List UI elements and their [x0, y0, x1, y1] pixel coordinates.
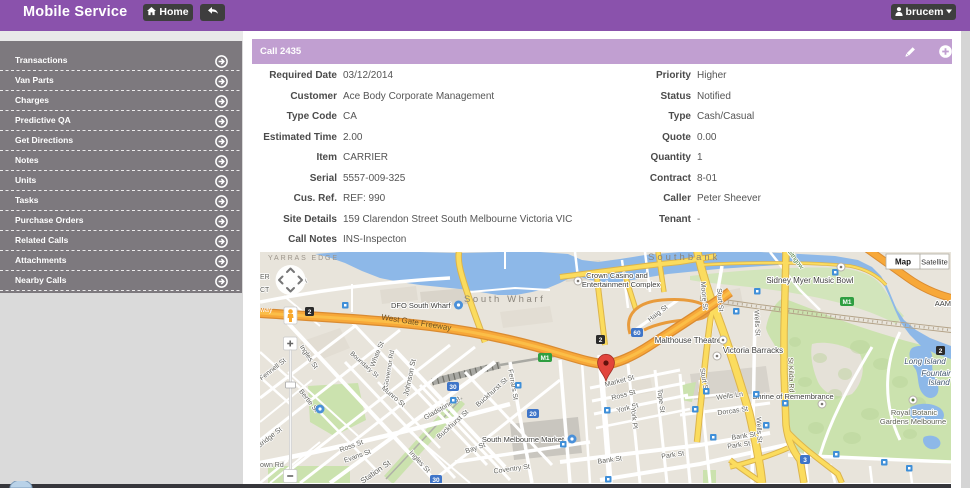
svg-text:30: 30 [432, 477, 440, 483]
svg-text:St Kilda Rd: St Kilda Rd [786, 357, 794, 392]
svg-text:Island: Island [928, 378, 950, 387]
svg-text:AAM: AAM [935, 299, 951, 308]
svg-text:Map: Map [895, 258, 911, 267]
svg-text:Wells St: Wells St [752, 310, 760, 336]
svg-text:2: 2 [599, 337, 603, 344]
svg-text:YARRAS EDGE: YARRAS EDGE [268, 255, 339, 262]
svg-text:Fountain: Fountain [921, 369, 951, 378]
svg-text:Malthouse Theatre: Malthouse Theatre [655, 336, 722, 345]
svg-text:ER: ER [260, 274, 270, 281]
svg-text:South Wharf: South Wharf [464, 294, 545, 305]
svg-text:2: 2 [308, 309, 312, 316]
svg-text:60: 60 [633, 330, 641, 337]
svg-text:CT: CT [260, 287, 270, 294]
svg-text:DFO South Wharf: DFO South Wharf [391, 301, 452, 310]
svg-text:way: way [260, 307, 273, 314]
svg-text:Gardens Melbourne: Gardens Melbourne [880, 417, 946, 426]
svg-text:Crown Casino and: Crown Casino and [586, 271, 648, 280]
svg-text:Royal Botanic: Royal Botanic [891, 408, 938, 417]
svg-text:Long Island: Long Island [904, 357, 946, 366]
svg-text:Wells St: Wells St [754, 417, 762, 443]
svg-text:South Melbourne Market: South Melbourne Market [482, 435, 565, 444]
svg-text:own Rd: own Rd [260, 462, 284, 469]
svg-text:Entertainment Complex: Entertainment Complex [582, 280, 661, 289]
svg-text:2: 2 [939, 348, 943, 355]
svg-text:Southbank: Southbank [648, 252, 720, 263]
svg-text:Satellite: Satellite [921, 258, 948, 267]
svg-text:Victoria Barracks: Victoria Barracks [723, 346, 783, 355]
svg-text:20: 20 [529, 411, 537, 418]
svg-text:Sidney Myer Music Bowl: Sidney Myer Music Bowl [766, 276, 853, 285]
svg-text:M1: M1 [842, 299, 851, 306]
svg-text:3: 3 [803, 457, 807, 464]
svg-text:M1: M1 [540, 355, 549, 362]
svg-text:30: 30 [449, 384, 457, 391]
